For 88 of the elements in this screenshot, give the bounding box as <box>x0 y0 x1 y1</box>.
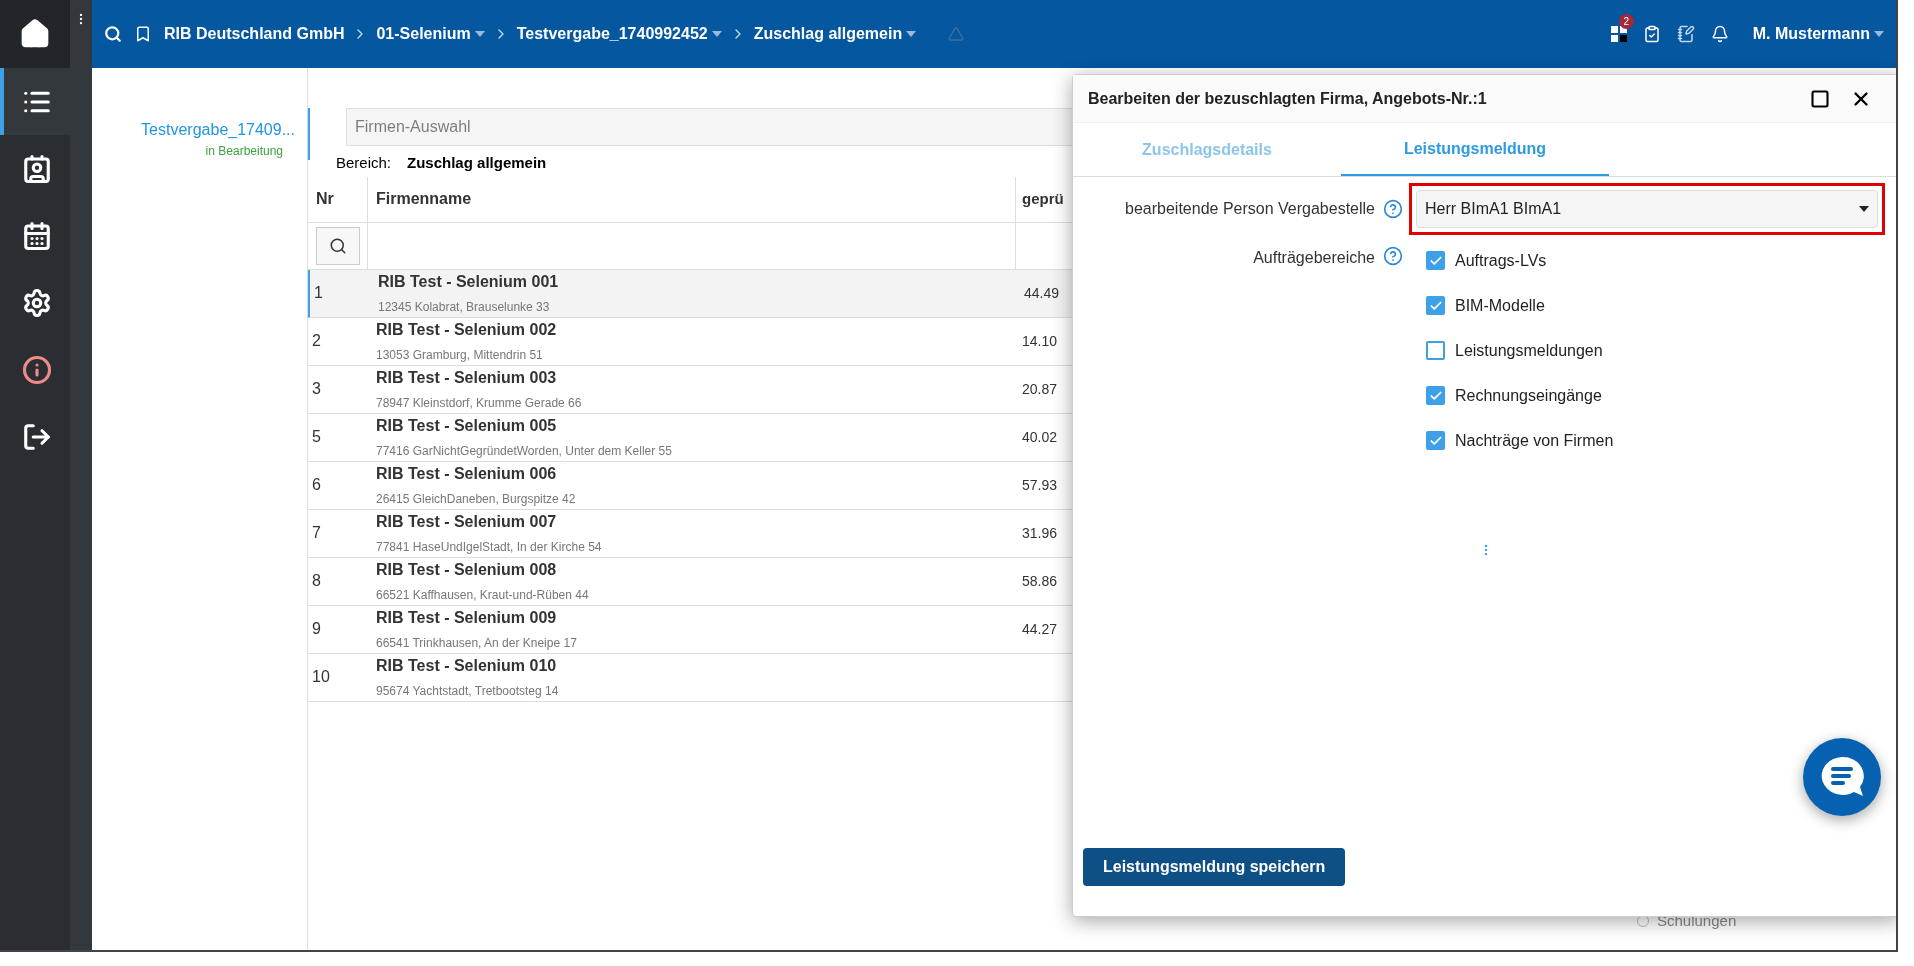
checkbox-label: Nachträge von Firmen <box>1455 430 1614 451</box>
company-address: 78947 Kleinstdorf, Krumme Gerade 66 <box>376 395 583 412</box>
breadcrumb-link[interactable]: RIB Deutschland GmbH <box>164 22 345 46</box>
table-cell-text: 20.87 <box>1021 379 1059 399</box>
caret-icon <box>711 31 722 37</box>
table-cell-text: 9 <box>311 619 322 639</box>
company-name: RIB Test - Selenium 002 <box>376 320 558 340</box>
company-name: RIB Test - Selenium 001 <box>378 272 560 292</box>
table-cell-text: 10 <box>311 667 331 687</box>
home-icon <box>19 18 51 50</box>
option-label: Schulungen <box>1657 910 1737 931</box>
notification-badge: 2 <box>1618 14 1634 29</box>
search-button[interactable] <box>315 226 360 265</box>
help-icon[interactable] <box>1383 246 1403 266</box>
table-cell-text: 6 <box>311 475 322 495</box>
breadcrumb-link[interactable]: 01-Selenium <box>376 22 485 46</box>
checkbox[interactable] <box>1426 386 1445 405</box>
checkbox-label: BIM-Modelle <box>1455 295 1545 316</box>
company-name: RIB Test - Selenium 007 <box>376 512 558 532</box>
company-address: 13053 Gramburg, Mittendrin 51 <box>376 347 544 364</box>
settings-icon <box>22 287 52 318</box>
checkbox-label: Rechnungseingänge <box>1455 385 1602 406</box>
breadcrumb-link[interactable]: Testvergabe_1740992452 <box>516 22 722 46</box>
company-address: 66521 Kaffhausen, Kraut-und-Rüben 44 <box>376 587 590 604</box>
person-dropdown[interactable]: Herr BImA1 BImA1 <box>1416 190 1878 228</box>
company-address: 26415 GleichDaneben, Burgspitze 42 <box>376 491 577 508</box>
column-header[interactable]: geprü <box>1016 176 1070 222</box>
table-cell-text: 40.02 <box>1021 427 1059 447</box>
table-cell-text: 8 <box>311 571 322 591</box>
logout-icon <box>22 421 52 452</box>
caret-icon <box>906 31 917 37</box>
caret-icon <box>474 31 485 37</box>
checkbox-label: Auftrags-LVs <box>1455 250 1547 271</box>
apps-icon[interactable] <box>1610 26 1627 42</box>
home-button[interactable] <box>0 0 70 68</box>
contact-card-icon <box>22 153 52 184</box>
checkbox[interactable] <box>1426 251 1445 270</box>
company-name: RIB Test - Selenium 005 <box>376 416 558 436</box>
column-header[interactable]: Nr <box>308 176 368 222</box>
company-address: 95674 Yachtstadt, Tretbootsteg 14 <box>376 683 560 700</box>
checkbox-label: Leistungsmeldungen <box>1455 340 1603 361</box>
user-menu[interactable]: M. Mustermann <box>1752 22 1884 46</box>
search-icon <box>328 236 347 255</box>
search-icon[interactable] <box>104 25 122 43</box>
checkbox[interactable] <box>1426 296 1445 315</box>
column-header[interactable]: Firmenname <box>368 176 1016 222</box>
table-cell-text: 5 <box>311 427 322 447</box>
maximize-icon[interactable] <box>1810 88 1830 109</box>
info-icon <box>22 354 52 385</box>
company-name: RIB Test - Selenium 009 <box>376 608 558 628</box>
checkbox[interactable] <box>1426 341 1445 360</box>
company-name: RIB Test - Selenium 010 <box>376 656 558 676</box>
field-label: bearbeitende Person Vergabestelle <box>1125 199 1375 219</box>
caret-icon <box>1859 206 1869 212</box>
field-label: Aufträgebereiche <box>1253 248 1375 268</box>
caret-icon <box>1874 31 1884 37</box>
company-address: 66541 Trinkhausen, An der Kneipe 17 <box>376 635 578 652</box>
list-button[interactable] <box>0 68 70 135</box>
area-label: Bereich: <box>336 153 392 173</box>
table-cell-text: 44.49 <box>1023 283 1061 303</box>
table-cell-text: 2 <box>311 331 322 351</box>
company-name: RIB Test - Selenium 003 <box>376 368 558 388</box>
chat-icon <box>1819 755 1865 799</box>
company-address: 12345 Kolabrat, Brauselunke 33 <box>378 299 551 316</box>
notebook-icon[interactable] <box>1676 25 1695 43</box>
table-cell-text: 31.96 <box>1021 523 1059 543</box>
table-cell-text: 58.86 <box>1021 571 1059 591</box>
dialog-title: Bearbeiten der bezuschlagten Firma, Angebots-Nr.:1 <box>1088 88 1488 109</box>
table-cell-text: 3 <box>311 379 322 399</box>
project-status: in Bearbeitung <box>205 143 284 160</box>
clipboard-check-icon[interactable] <box>1642 25 1661 43</box>
bookmark-icon[interactable] <box>134 25 152 43</box>
checkbox[interactable] <box>1426 431 1445 450</box>
breadcrumb-link[interactable]: Zuschlag allgemein <box>753 22 917 46</box>
company-address: 77841 HaseUndIgelStadt, In der Kirche 54 <box>376 539 603 556</box>
table-cell-text: 14.10 <box>1021 331 1059 351</box>
save-button[interactable]: Leistungsmeldung speichern <box>1083 848 1346 886</box>
table-cell-text: 57.93 <box>1021 475 1059 495</box>
calendar-icon <box>22 220 52 251</box>
company-address: 77416 GarNichtGegründetWorden, Unter dem Keller 55 <box>376 443 673 460</box>
company-name: RIB Test - Selenium 006 <box>376 464 558 484</box>
area-value: Zuschlag allgemein <box>407 153 547 173</box>
table-cell-text: 44.27 <box>1021 619 1059 639</box>
company-name: RIB Test - Selenium 008 <box>376 560 558 580</box>
help-icon[interactable] <box>1383 199 1403 219</box>
table-cell-text: 7 <box>311 523 322 543</box>
bell-icon[interactable] <box>1710 25 1729 43</box>
table-cell-text: 1 <box>313 283 324 303</box>
